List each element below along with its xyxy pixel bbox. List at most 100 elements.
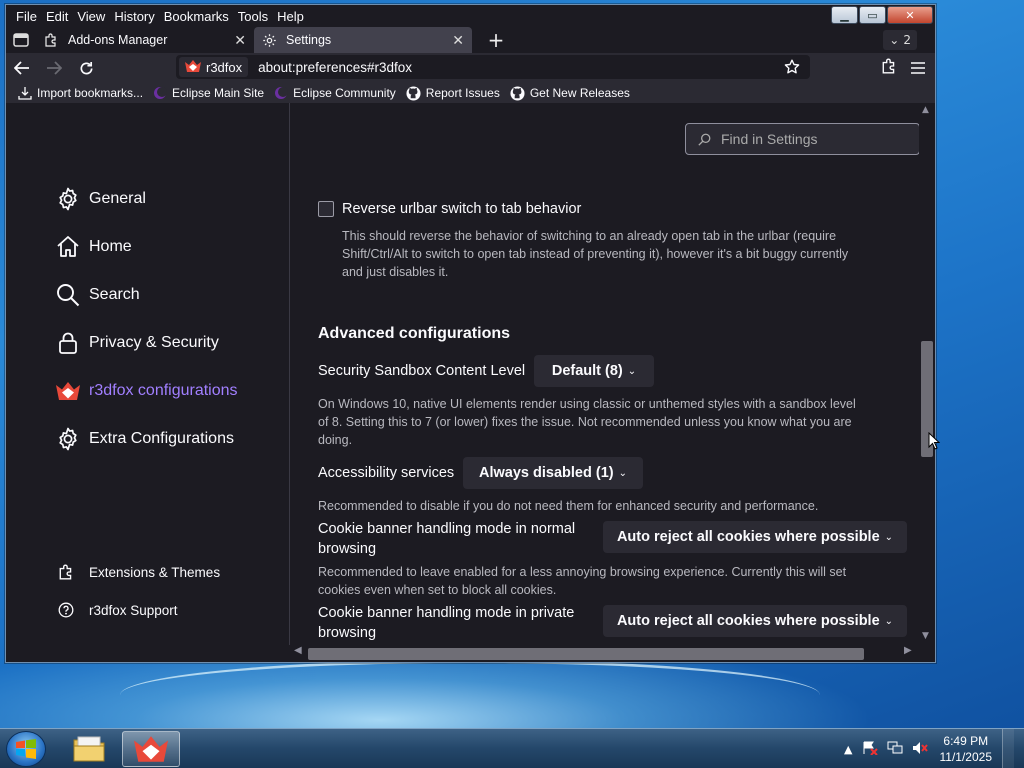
menu-view[interactable]: View: [77, 9, 105, 24]
extensions-button[interactable]: [881, 58, 897, 78]
tab-addons-manager[interactable]: Add-ons Manager ✕: [36, 27, 254, 53]
sandbox-level-select[interactable]: Default (8) ⌄: [534, 355, 654, 387]
network-icon[interactable]: [887, 741, 903, 758]
github-icon: [510, 85, 525, 101]
reload-button[interactable]: [70, 54, 102, 82]
volume-muted-icon[interactable]: [912, 741, 928, 758]
select-value: Auto reject all cookies where possible: [616, 529, 880, 545]
gear-icon: [262, 33, 278, 48]
scroll-down-arrow-icon[interactable]: ▼: [922, 631, 929, 641]
sidebar-item-extra-configurations[interactable]: Extra Configurations: [56, 424, 234, 454]
sidebar-item-label: Home: [89, 238, 132, 255]
tab-count: 2: [903, 33, 911, 47]
description-line: Shift/Ctrl/Alt to switch to open tab ins…: [342, 247, 849, 261]
help-icon: [58, 602, 76, 618]
firefox-view-icon: [13, 33, 29, 47]
windows-logo-icon: [16, 739, 36, 759]
identity-box[interactable]: r3dfox: [179, 57, 249, 77]
description-line: cookies even when set to block all cooki…: [318, 583, 557, 597]
bookmark-get-new-releases[interactable]: Get New Releases: [510, 85, 630, 101]
show-hidden-icons-icon[interactable]: ▲: [844, 743, 852, 756]
accessibility-label: Accessibility services: [318, 465, 455, 481]
r3dfox-logo-icon: [185, 59, 201, 75]
bookmark-label: Eclipse Main Site: [172, 86, 265, 100]
back-arrow-icon: [14, 61, 29, 75]
horizontal-scrollbar[interactable]: ◀ ▶: [290, 645, 919, 660]
list-all-tabs-button[interactable]: ⌄ 2: [883, 30, 917, 50]
import-icon: [18, 86, 32, 100]
section-title: Advanced configurations: [318, 325, 511, 342]
cookie-normal-select[interactable]: Auto reject all cookies where possible ⌄: [603, 521, 907, 553]
urlbar-switch-checkbox[interactable]: [318, 201, 334, 217]
maximize-button[interactable]: ▭: [859, 6, 886, 24]
app-menu-button[interactable]: [911, 59, 925, 78]
taskbar: ▲ 6:49 PM 11/1/2025: [0, 728, 1024, 768]
settings-sidebar: General Home Search Privacy & Security r…: [6, 103, 290, 645]
hamburger-menu-icon: [911, 61, 925, 74]
url-bar[interactable]: r3dfox about:preferences#r3dfox: [176, 55, 810, 79]
bookmark-star-icon[interactable]: [780, 59, 804, 75]
clock-time: 6:49 PM: [943, 734, 989, 748]
horizontal-scroll-thumb[interactable]: [308, 648, 864, 660]
accessibility-select[interactable]: Always disabled (1) ⌄: [463, 457, 643, 489]
menu-help[interactable]: Help: [277, 9, 304, 24]
r3dfox-support-link[interactable]: r3dfox Support: [58, 600, 178, 620]
description-line: doing.: [318, 433, 353, 447]
sidebar-item-search[interactable]: Search: [56, 280, 140, 310]
sidebar-item-label: Extra Configurations: [89, 430, 234, 447]
bookmark-eclipse-main[interactable]: Eclipse Main Site: [153, 86, 264, 100]
scroll-right-arrow-icon[interactable]: ▶: [904, 645, 912, 656]
cookie-private-select[interactable]: Auto reject all cookies where possible ⌄: [603, 605, 907, 637]
tab-label: Settings: [286, 33, 332, 47]
menu-history[interactable]: History: [114, 9, 154, 24]
r3dfox-logo-icon: [134, 736, 168, 762]
close-window-button[interactable]: ✕: [887, 6, 933, 24]
taskbar-clock[interactable]: 6:49 PM 11/1/2025: [940, 733, 993, 765]
taskbar-file-explorer[interactable]: [60, 731, 118, 767]
select-value: Default (8): [551, 363, 623, 379]
tab-settings[interactable]: Settings ✕: [254, 27, 472, 53]
footer-link-label: r3dfox Support: [89, 602, 178, 618]
back-button[interactable]: [6, 54, 38, 82]
action-center-flag-icon[interactable]: [862, 741, 878, 758]
taskbar-r3dfox[interactable]: [122, 731, 180, 767]
bookmark-eclipse-community[interactable]: Eclipse Community: [274, 86, 396, 100]
cookie-private-label: Cookie banner handling mode in private b…: [318, 603, 574, 643]
system-tray: ▲ 6:49 PM 11/1/2025: [844, 729, 1014, 768]
menu-file[interactable]: File: [16, 9, 37, 24]
menu-bookmarks[interactable]: Bookmarks: [164, 9, 229, 24]
sandbox-description: On Windows 10, native UI elements render…: [318, 395, 856, 449]
sidebar-item-privacy-security[interactable]: Privacy & Security: [56, 328, 219, 358]
sidebar-item-home[interactable]: Home: [56, 232, 132, 262]
menu-edit[interactable]: Edit: [46, 9, 68, 24]
scroll-up-arrow-icon[interactable]: ▲: [922, 105, 929, 115]
start-button[interactable]: [6, 731, 46, 767]
show-desktop-button[interactable]: [1002, 729, 1014, 768]
extensions-themes-link[interactable]: Extensions & Themes: [58, 562, 220, 582]
firefox-view-button[interactable]: [6, 27, 36, 53]
forward-button[interactable]: [38, 54, 70, 82]
urlbar-switch-setting[interactable]: Reverse urlbar switch to tab behavior: [318, 201, 581, 217]
select-value: Always disabled (1): [479, 465, 614, 481]
url-address-text[interactable]: about:preferences#r3dfox: [258, 60, 780, 75]
puzzle-icon: [882, 58, 895, 74]
bookmark-label: Import bookmarks...: [37, 86, 144, 100]
home-icon: [56, 235, 80, 259]
bookmark-import[interactable]: Import bookmarks...: [18, 86, 143, 100]
minimize-button[interactable]: ▁: [831, 6, 858, 24]
close-tab-icon[interactable]: ✕: [452, 32, 464, 49]
scroll-left-arrow-icon[interactable]: ◀: [294, 645, 302, 656]
sandbox-label: Security Sandbox Content Level: [318, 363, 526, 379]
vertical-scrollbar[interactable]: ▲ ▼: [919, 103, 935, 645]
gear-icon: [56, 427, 80, 451]
sidebar-item-label: r3dfox configurations: [89, 382, 238, 399]
gear-icon: [56, 187, 80, 211]
menu-tools[interactable]: Tools: [238, 9, 268, 24]
settings-page: General Home Search Privacy & Security r…: [6, 103, 919, 645]
sidebar-item-r3dfox-configurations[interactable]: r3dfox configurations: [56, 376, 238, 406]
close-tab-icon[interactable]: ✕: [234, 32, 246, 49]
search-icon: [56, 283, 80, 307]
bookmark-report-issues[interactable]: Report Issues: [406, 85, 500, 101]
new-tab-button[interactable]: +: [482, 28, 510, 52]
sidebar-item-general[interactable]: General: [56, 184, 146, 214]
